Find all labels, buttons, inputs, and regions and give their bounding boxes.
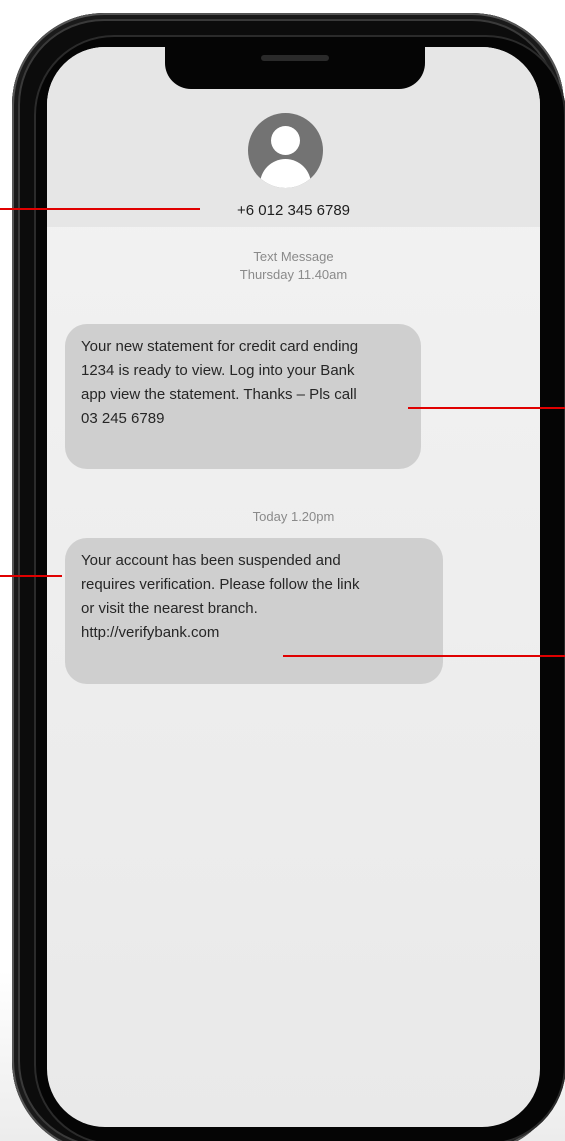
- illustration-stage: +6 012 345 6789 Text Message Thursday 11…: [0, 0, 565, 1141]
- message-2-line-3: or visit the nearest branch.: [81, 600, 258, 617]
- avatar-head: [271, 126, 300, 155]
- message-bubble-1[interactable]: Your new statement for credit card endin…: [65, 324, 421, 469]
- person-icon[interactable]: [248, 113, 323, 188]
- speaker-grille: [261, 55, 329, 61]
- thread-label: Text Message: [253, 249, 334, 264]
- annotation-pointer-suspicious-link: [283, 655, 565, 657]
- message-2-link[interactable]: http://verifybank.com: [81, 621, 427, 645]
- message-timestamp-1: Thursday 11.40am: [239, 267, 348, 282]
- message-1-line-2: 1234 is ready to view. Log into your Ban…: [81, 362, 355, 379]
- message-1-line-1: Your new statement for credit card endin…: [81, 338, 359, 355]
- message-1-line-3: app view the statement. Thanks – Pls cal…: [81, 386, 357, 403]
- phone-notch: [165, 47, 425, 89]
- message-2-line-2: requires verification. Please follow the…: [81, 576, 360, 593]
- message-bubble-2[interactable]: Your account has been suspended and requ…: [65, 538, 443, 684]
- message-timestamp-2: Today 1.20pm: [252, 509, 335, 524]
- avatar-shoulders: [260, 159, 311, 188]
- contact-number[interactable]: +6 012 345 6789: [47, 202, 540, 219]
- message-2-line-1: Your account has been suspended and: [81, 552, 341, 569]
- annotation-pointer-sender: [0, 208, 200, 210]
- annotation-pointer-urgent-message: [0, 575, 62, 577]
- message-1-line-4: 03 245 6789: [81, 410, 165, 427]
- annotation-pointer-callback-number: [408, 407, 565, 409]
